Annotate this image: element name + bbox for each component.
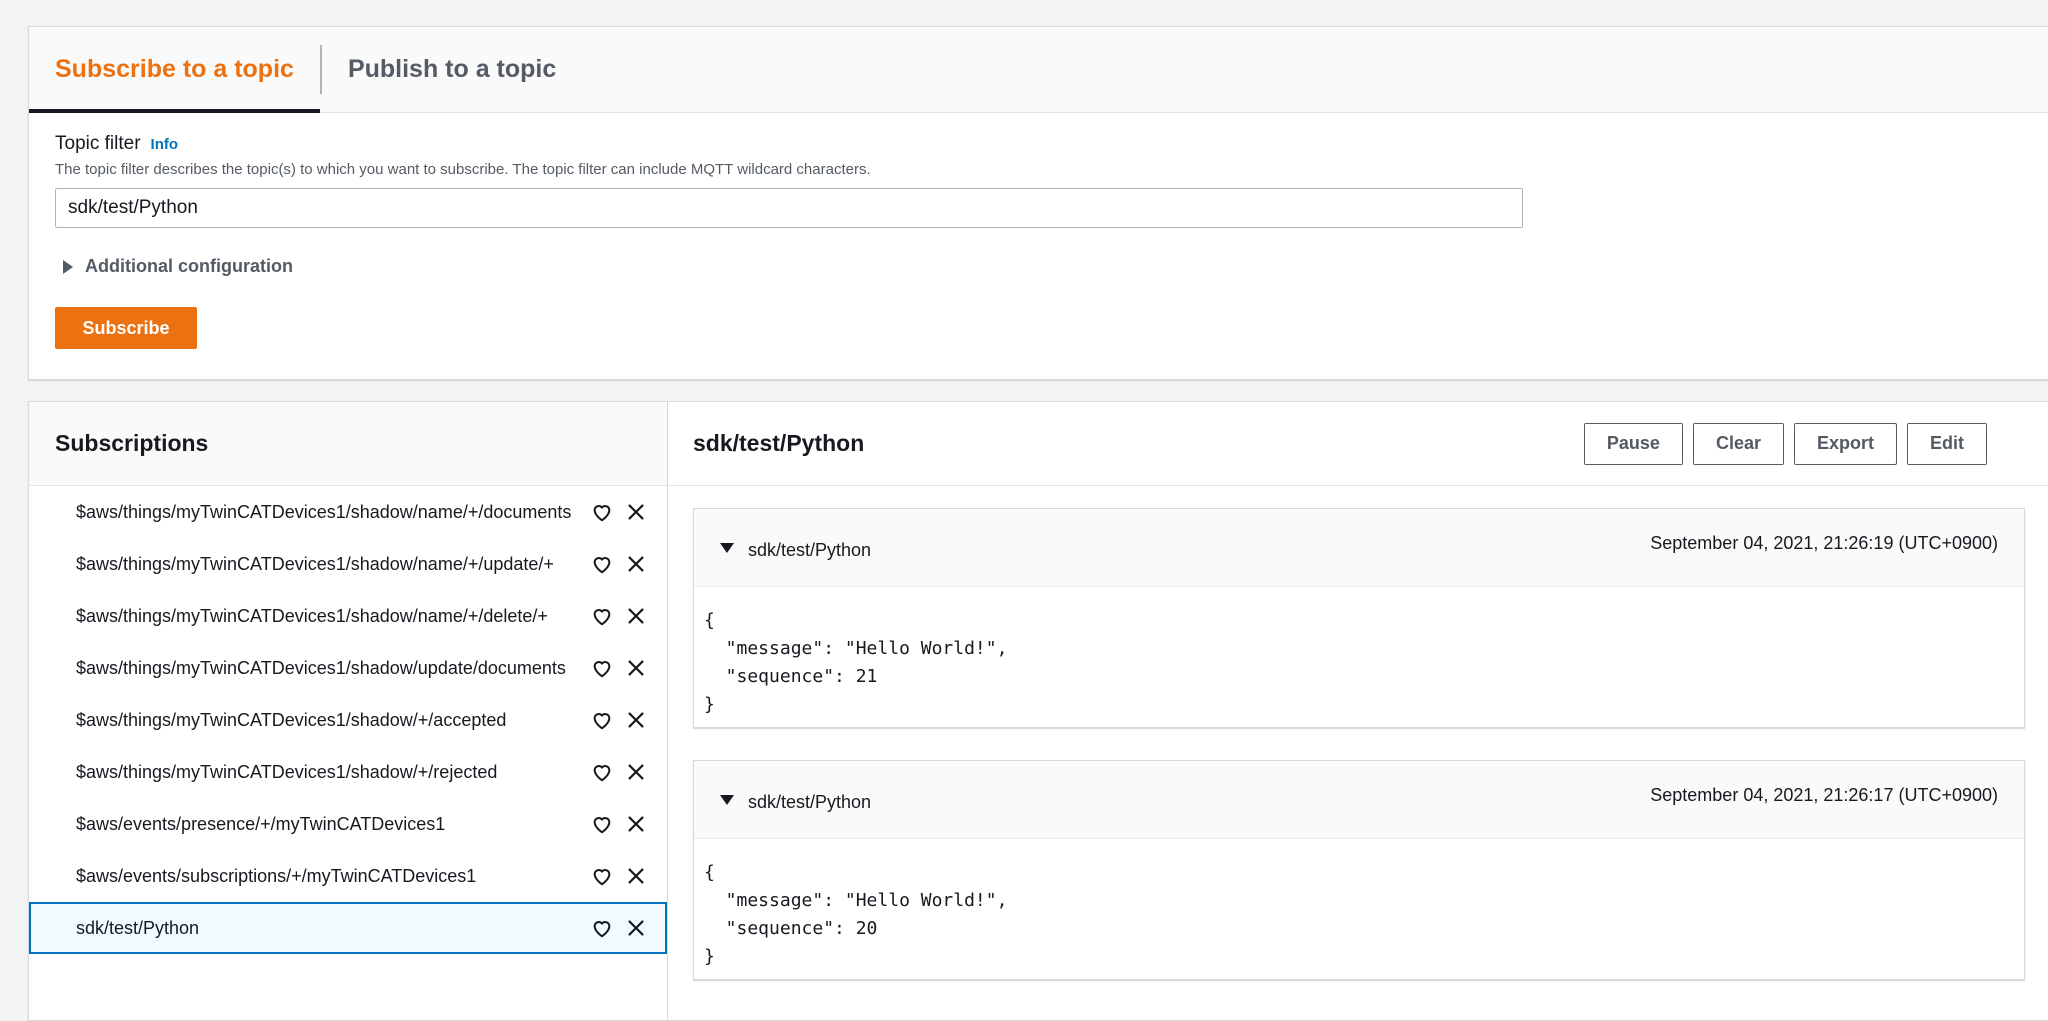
additional-configuration-label: Additional configuration [85, 256, 293, 276]
info-link[interactable]: Info [151, 136, 179, 153]
subscription-item[interactable]: $aws/things/myTwinCATDevices1/shadow/nam… [29, 590, 667, 642]
message-list: sdk/test/Python September 04, 2021, 21:26… [669, 486, 2048, 980]
heart-icon[interactable] [591, 865, 613, 887]
close-icon[interactable] [625, 605, 647, 627]
subscription-name: $aws/events/presence/+/myTwinCATDevices1 [76, 813, 446, 834]
close-icon[interactable] [625, 813, 647, 835]
subscription-actions [591, 761, 647, 783]
heart-icon[interactable] [591, 761, 613, 783]
close-icon[interactable] [625, 709, 647, 731]
heart-icon[interactable] [591, 657, 613, 679]
caret-down-icon[interactable] [720, 542, 734, 553]
subscribe-form: Topic filter Info The topic filter descr… [29, 113, 2048, 349]
subscription-name: $aws/things/myTwinCATDevices1/shadow/nam… [76, 553, 554, 574]
heart-icon[interactable] [591, 501, 613, 523]
subscription-name: $aws/things/myTwinCATDevices1/shadow/upd… [76, 657, 566, 678]
edit-button[interactable]: Edit [1907, 422, 1987, 465]
message-timestamp: September 04, 2021, 21:26:17 (UTC+0900) [1650, 785, 1998, 805]
subscription-actions [591, 501, 647, 523]
subscription-item[interactable]: $aws/events/subscriptions/+/myTwinCATDev… [29, 850, 667, 902]
subscription-name: $aws/things/myTwinCATDevices1/shadow/nam… [76, 501, 572, 522]
heart-icon[interactable] [591, 813, 613, 835]
subscription-item[interactable]: $aws/things/myTwinCATDevices1/shadow/upd… [29, 642, 667, 694]
topic-filter-label-row: Topic filter Info [55, 133, 2048, 155]
caret-down-icon[interactable] [720, 794, 734, 805]
clear-button[interactable]: Clear [1692, 422, 1784, 465]
message-timestamp: September 04, 2021, 21:26:19 (UTC+0900) [1650, 533, 1998, 553]
message-payload: { "message": "Hello World!", "sequence":… [704, 610, 1008, 715]
subscription-name: $aws/things/myTwinCATDevices1/shadow/nam… [76, 605, 548, 626]
close-icon[interactable] [625, 865, 647, 887]
subscribe-button[interactable]: Subscribe [55, 307, 197, 349]
heart-icon[interactable] [591, 605, 613, 627]
subscription-actions [591, 553, 647, 575]
message-card: sdk/test/Python September 04, 2021, 21:26… [693, 760, 2025, 980]
subscriptions-title: Subscriptions [55, 430, 209, 456]
messages-pane: sdk/test/Python Pause Clear Export Edit … [669, 402, 2048, 1020]
pause-button[interactable]: Pause [1583, 422, 1683, 465]
close-icon[interactable] [625, 553, 647, 575]
subscriptions-header: Subscriptions [29, 402, 667, 486]
heart-icon[interactable] [591, 553, 613, 575]
message-header[interactable]: sdk/test/Python September 04, 2021, 21:26… [694, 509, 2024, 587]
topic-filter-input[interactable] [55, 188, 1523, 228]
subscription-item[interactable]: $aws/things/myTwinCATDevices1/shadow/nam… [29, 538, 667, 590]
subscription-actions [591, 813, 647, 835]
subscriptions-panel: Subscriptions $aws/things/myTwinCATDevic… [28, 401, 2048, 1021]
subscription-actions [591, 657, 647, 679]
subscriptions-pane: Subscriptions $aws/things/myTwinCATDevic… [29, 402, 668, 1020]
messages-title: sdk/test/Python [693, 430, 865, 456]
messages-header: sdk/test/Python Pause Clear Export Edit [669, 402, 2048, 486]
message-topic: sdk/test/Python [748, 792, 872, 812]
subscription-name: $aws/things/myTwinCATDevices1/shadow/+/r… [76, 761, 498, 782]
subscription-name: $aws/things/myTwinCATDevices1/shadow/+/a… [76, 709, 507, 730]
close-icon[interactable] [625, 917, 647, 939]
topic-filter-label: Topic filter [55, 133, 141, 154]
subscription-item[interactable]: sdk/test/Python [29, 902, 667, 954]
subscription-list: $aws/things/myTwinCATDevices1/shadow/nam… [29, 486, 667, 954]
subscription-actions [591, 865, 647, 887]
message-header[interactable]: sdk/test/Python September 04, 2021, 21:26… [694, 761, 2024, 839]
subscription-item[interactable]: $aws/events/presence/+/myTwinCATDevices1 [29, 798, 667, 850]
tab-subscribe[interactable]: Subscribe to a topic [29, 27, 320, 113]
caret-right-icon [63, 259, 73, 274]
export-button[interactable]: Export [1793, 422, 1897, 465]
heart-icon[interactable] [591, 917, 613, 939]
subscription-item[interactable]: $aws/things/myTwinCATDevices1/shadow/nam… [29, 486, 667, 538]
subscription-name: $aws/events/subscriptions/+/myTwinCATDev… [76, 865, 477, 886]
subscription-actions [591, 917, 647, 939]
close-icon[interactable] [625, 657, 647, 679]
heart-icon[interactable] [591, 709, 613, 731]
tab-bar: Subscribe to a topic Publish to a topic [29, 27, 2048, 113]
subscription-item[interactable]: $aws/things/myTwinCATDevices1/shadow/+/r… [29, 746, 667, 798]
subscription-actions [591, 605, 647, 627]
message-topic: sdk/test/Python [748, 540, 872, 560]
subscribe-panel: Subscribe to a topic Publish to a topic … [28, 26, 2048, 380]
close-icon[interactable] [625, 761, 647, 783]
close-icon[interactable] [625, 501, 647, 523]
topic-filter-description: The topic filter describes the topic(s) … [55, 161, 871, 178]
message-actions: Pause Clear Export Edit [1583, 422, 1987, 465]
additional-configuration-toggle[interactable]: Additional configuration [63, 256, 2048, 277]
message-card: sdk/test/Python September 04, 2021, 21:26… [693, 508, 2025, 728]
message-payload: { "message": "Hello World!", "sequence":… [704, 862, 1008, 967]
subscription-item[interactable]: $aws/things/myTwinCATDevices1/shadow/+/a… [29, 694, 667, 746]
tab-publish[interactable]: Publish to a topic [322, 27, 582, 112]
subscription-actions [591, 709, 647, 731]
subscription-name: sdk/test/Python [76, 917, 200, 938]
